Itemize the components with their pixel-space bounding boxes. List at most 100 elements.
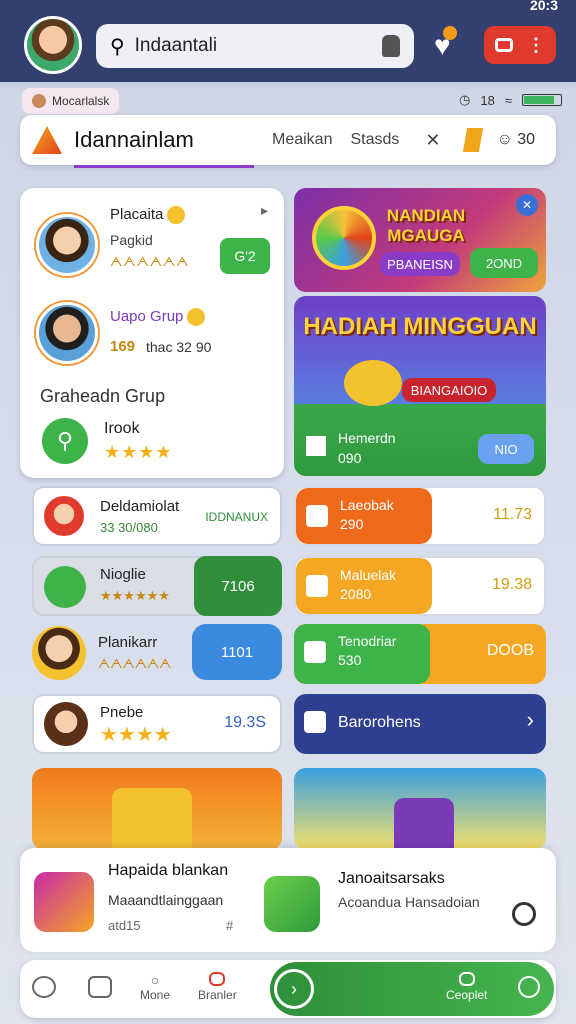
avatar (44, 496, 84, 536)
tab-1[interactable]: Meaikan (272, 131, 332, 149)
record-button[interactable]: ⋮ (484, 26, 556, 64)
search-icon[interactable] (512, 902, 536, 926)
chat-icon[interactable] (88, 976, 112, 1000)
row-label: Tenodriar (338, 633, 397, 649)
list-item[interactable]: Deldamiolat 33 30/080 IDDNANUX (32, 486, 282, 546)
list-item[interactable]: Barorohens › (294, 694, 546, 754)
gear-icon (44, 566, 86, 608)
avatar (32, 626, 86, 680)
bottom-nav: ○ Mone Branler › Ceoplet (20, 960, 556, 1018)
list-item[interactable]: Pnebe ★★★★ 19.3S (32, 694, 282, 754)
player2-avatar[interactable] (36, 302, 98, 364)
play-icon[interactable]: › (274, 969, 314, 1009)
bottom-right-sub: Acoandua Hansadoian (338, 894, 480, 910)
weekly-prize-banner[interactable]: HADIAH MINGGUAN BIANGAIOIO Hemerdn 090 N… (294, 296, 546, 476)
player1-button[interactable]: G'2 (220, 238, 270, 274)
player2-name: Uapo Grup (110, 308, 206, 327)
heart-icon[interactable]: ♥ (434, 26, 457, 62)
row-name: Deldamiolat (100, 498, 180, 515)
top-bar: ⚲ Indaantali ♥ ⋮ 20:3 (0, 0, 576, 82)
chevron-right-icon[interactable]: › (527, 707, 534, 733)
row-name: Planikarr (98, 634, 158, 651)
bottom-card: Hapaida blankan Maaandtlainggaan atd15 #… (20, 848, 556, 952)
banner2-button[interactable]: BIANGAIOIO (402, 378, 496, 402)
row-right: 11.73 (493, 506, 532, 523)
row-sub: ★★★★★★ (100, 588, 170, 603)
row-label: Barorohens (338, 714, 421, 731)
row-right[interactable]: 7106 (194, 556, 282, 616)
players-panel: Placaita Pagkid ᗅᗅᗅᗅᗅᗅ ▸ G'2 Uapo Grup 1… (20, 188, 284, 478)
row-sub: ᗅᗅᗅᗅᗅᗅ (98, 656, 172, 671)
more-menu-icon[interactable]: ⋮ (527, 35, 545, 56)
status-text: 18 (480, 92, 495, 108)
tab-2[interactable]: Stasds (350, 131, 399, 149)
player2-detail: thac 32 90 (146, 339, 212, 355)
coin-icon (167, 206, 186, 225)
banner1-button[interactable]: PBANEISN (380, 252, 460, 276)
bottom-left-sub: Maaandtlainggaan (108, 892, 224, 908)
refresh-icon[interactable] (518, 976, 540, 998)
list-item[interactable]: Laeobak 290 11.73 (294, 486, 546, 546)
flag-icon (304, 711, 326, 733)
search-input[interactable]: ⚲ Indaantali (96, 24, 414, 68)
play-bar[interactable]: › Ceoplet (270, 962, 554, 1016)
cards-icon (394, 798, 454, 850)
row-sub: ★★★★ (100, 724, 172, 746)
row-right: 19.3S (224, 714, 266, 731)
settings-icon[interactable] (32, 976, 56, 1000)
player1-stars: ᗅᗅᗅᗅᗅᗅ (110, 254, 190, 269)
close-icon[interactable]: ✕ (516, 194, 538, 216)
alarm-icon: ◷ (459, 92, 471, 107)
row-name: Nioglie (100, 566, 146, 583)
app-icon[interactable] (264, 876, 320, 932)
row-sub: 290 (340, 516, 364, 532)
player1-avatar[interactable] (36, 214, 98, 276)
list-item[interactable]: Maluelak 2080 19.38 (294, 556, 546, 616)
row-sub: 2080 (340, 586, 372, 602)
list-item[interactable]: Nioglie ★★★★★★ 7106 (32, 556, 282, 616)
row-right: DOOB (486, 642, 534, 659)
mic-icon[interactable] (382, 35, 400, 57)
app-logo-icon (32, 126, 62, 154)
chevron-right-icon[interactable]: ▸ (261, 202, 268, 219)
hashtag-icon: # (226, 918, 234, 933)
home-icon (304, 641, 326, 663)
search-icon[interactable]: ⚲ (42, 418, 88, 464)
row-label-block: Maluelak 2080 (296, 558, 432, 614)
nav-more[interactable]: ○ Mone (140, 972, 170, 1002)
player1-name: Placaita (110, 206, 186, 225)
notification-chip[interactable]: Mocarlalsk (22, 88, 120, 114)
search-icon: ⚲ (110, 35, 125, 58)
row-label-block: Laeobak 290 (296, 488, 432, 544)
row-name: Pnebe (100, 704, 144, 721)
promo-card-left[interactable] (32, 768, 282, 850)
banner1-title: NANDIAN MGAUGA (386, 206, 466, 245)
row-label-block: Barorohens (294, 694, 494, 754)
row-right[interactable]: 1101 (192, 624, 282, 680)
player1-sub: Pagkid (110, 232, 153, 248)
video-icon (495, 38, 513, 52)
close-icon[interactable]: ✕ (425, 130, 440, 151)
promo-card-right[interactable] (294, 768, 546, 850)
nav-brand[interactable]: Branler (198, 972, 237, 1002)
event-banner[interactable]: NANDIAN MGAUGA PBANEISN 2OND ✕ (294, 188, 546, 292)
coin-icon (187, 308, 206, 327)
nav-coop[interactable]: Ceoplet (446, 972, 487, 1002)
clock: 20:3 (529, 0, 558, 13)
group-stars: ★★★★ (104, 442, 173, 462)
coin-stack-icon (112, 788, 192, 850)
nav-brand-label: Branler (198, 988, 237, 1002)
banner1-button2[interactable]: 2OND (470, 248, 538, 278)
list-item[interactable]: Tenodriar 530 DOOB (294, 624, 546, 684)
banner2-pill[interactable]: NIO (478, 434, 534, 464)
list-item[interactable]: Planikarr ᗅᗅᗅᗅᗅᗅ 1101 (32, 624, 282, 684)
avatar[interactable] (24, 16, 82, 74)
row-label: Maluelak (340, 567, 397, 583)
bottom-left-meta: atd15 (108, 918, 141, 933)
banner2-label: Hemerdn (338, 430, 396, 446)
group-title: Graheadn Grup (40, 386, 166, 406)
tab-title[interactable]: Idannainlam (74, 127, 254, 168)
lock-icon[interactable] (34, 872, 94, 932)
user-count[interactable]: ☺ 30 (497, 131, 536, 149)
ticket-icon[interactable] (462, 128, 483, 152)
